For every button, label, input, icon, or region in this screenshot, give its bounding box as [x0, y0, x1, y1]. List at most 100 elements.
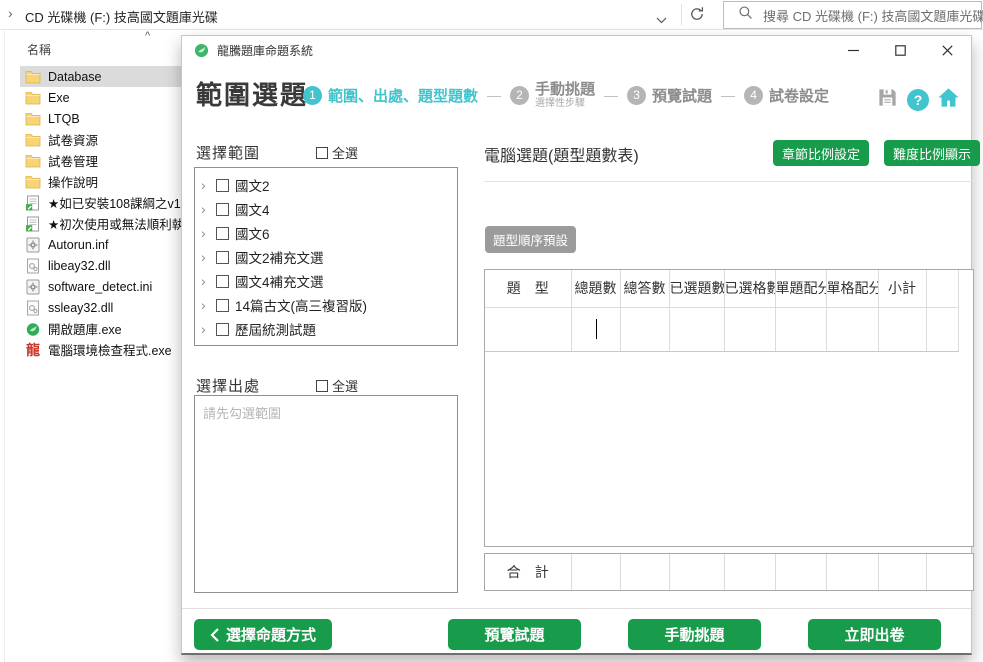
- close-button[interactable]: [924, 36, 971, 64]
- step-1-number: 1: [303, 86, 322, 105]
- expander-icon[interactable]: ›: [201, 226, 210, 240]
- table-cell[interactable]: [926, 307, 958, 351]
- maximize-button[interactable]: [877, 36, 924, 64]
- question-type-table-container: 題 型總題數總答數已選題數已選格數單題配分單格配分小計: [484, 269, 974, 547]
- table-cell[interactable]: [724, 307, 775, 351]
- back-button-label: 選擇命題方式: [226, 624, 316, 645]
- table-cell[interactable]: [485, 307, 571, 351]
- expander-icon[interactable]: ›: [201, 250, 210, 264]
- checkbox[interactable]: [316, 380, 328, 392]
- chapter-ratio-button[interactable]: 章節比例設定: [773, 140, 869, 166]
- step-4[interactable]: 4 試卷設定: [744, 85, 829, 106]
- text-cursor: [596, 319, 597, 339]
- table-cell[interactable]: [826, 307, 878, 351]
- footer-divider: [182, 608, 971, 609]
- range-title: 選擇範圍: [196, 142, 260, 163]
- step-indicator: 1 範圍、出處、題型題數 — 2 手動挑題 選擇性步驟 — 3 預覽試題 — 4…: [303, 81, 829, 110]
- tree-item[interactable]: ›國文4補充文選: [201, 269, 457, 293]
- checkbox[interactable]: [216, 227, 229, 240]
- total-cell: [826, 554, 878, 590]
- generate-paper-button[interactable]: 立即出卷: [808, 619, 941, 650]
- total-cell: [878, 554, 926, 590]
- save-icon[interactable]: [876, 86, 899, 114]
- source-listbox[interactable]: 請先勾選範圍: [194, 395, 458, 593]
- total-row-container: 合 計: [484, 553, 974, 591]
- tree-item[interactable]: ›國文2: [201, 173, 457, 197]
- tree-item[interactable]: ›14篇古文(高三複習版): [201, 293, 457, 317]
- explorer-toolbar: › CD 光碟機 (F:) 技高國文題庫光碟 搜尋 CD 光碟機 (F:) 技高…: [0, 0, 983, 30]
- checkbox[interactable]: [316, 147, 328, 159]
- difficulty-ratio-button[interactable]: 難度比例顯示: [884, 140, 980, 166]
- file-name: software_detect.ini: [48, 280, 152, 294]
- pane-divider[interactable]: [4, 31, 5, 662]
- file-name: 開啟題庫.exe: [48, 319, 122, 338]
- doc-edit-icon: [25, 216, 41, 232]
- folder-icon: [25, 174, 41, 190]
- tree-item[interactable]: ›歷屆統測試題: [201, 317, 457, 341]
- checkbox[interactable]: [216, 275, 229, 288]
- tree-item[interactable]: ›國文6: [201, 221, 457, 245]
- checkbox[interactable]: [216, 251, 229, 264]
- expander-icon[interactable]: ›: [201, 298, 210, 312]
- config-icon: [25, 279, 41, 295]
- file-name: 電腦環境檢查程式.exe: [48, 340, 172, 359]
- preview-questions-button[interactable]: 預覽試題: [448, 619, 581, 650]
- source-select-all[interactable]: 全選: [316, 376, 358, 395]
- dialog-titlebar[interactable]: 龍騰題庫命題系統: [182, 36, 971, 64]
- file-name: ssleay32.dll: [48, 301, 113, 315]
- table-cell[interactable]: [669, 307, 724, 351]
- column-header: 小計: [878, 270, 926, 307]
- tree-item[interactable]: ›國文4: [201, 197, 457, 221]
- file-name: Autorun.inf: [48, 238, 108, 252]
- breadcrumb[interactable]: CD 光碟機 (F:) 技高國文題庫光碟: [25, 7, 218, 26]
- computer-select-heading: 電腦選題(題型題數表): [484, 142, 639, 166]
- section-divider: [484, 181, 974, 182]
- total-cell: [724, 554, 775, 590]
- dll-icon: [25, 300, 41, 316]
- search-input[interactable]: 搜尋 CD 光碟機 (F:) 技高國文題庫光碟: [723, 1, 982, 29]
- manual-pick-button[interactable]: 手動挑題: [628, 619, 761, 650]
- checkbox[interactable]: [216, 203, 229, 216]
- source-section-header: 選擇出處 全選: [196, 375, 358, 396]
- table-cell[interactable]: [775, 307, 826, 351]
- file-name: Exe: [48, 91, 70, 105]
- expander-icon[interactable]: ›: [201, 274, 210, 288]
- expander-icon[interactable]: ›: [201, 322, 210, 336]
- checkbox[interactable]: [216, 323, 229, 336]
- minimize-button[interactable]: [830, 36, 877, 64]
- step-2[interactable]: 2 手動挑題 選擇性步驟: [510, 81, 595, 110]
- column-header: 總題數: [571, 270, 620, 307]
- table-cell[interactable]: [620, 307, 669, 351]
- tree-item[interactable]: › 國文2補充文選: [201, 245, 457, 269]
- search-icon: [738, 5, 753, 25]
- step-3[interactable]: 3 預覽試題: [627, 85, 712, 106]
- file-name: ★初次使用或無法順利執行: [48, 214, 197, 233]
- table-cell[interactable]: [878, 307, 926, 351]
- step-3-label: 預覽試題: [652, 85, 712, 106]
- file-name: LTQB: [48, 112, 80, 126]
- back-button[interactable]: 選擇命題方式: [194, 619, 332, 650]
- folder-icon: [25, 111, 41, 127]
- total-cell: [926, 554, 973, 590]
- folder-icon: [25, 153, 41, 169]
- checkbox[interactable]: [216, 299, 229, 312]
- range-select-all[interactable]: 全選: [316, 143, 358, 162]
- step-1[interactable]: 1 範圍、出處、題型題數: [303, 85, 478, 106]
- expander-icon[interactable]: ›: [201, 178, 210, 192]
- screen: › CD 光碟機 (F:) 技高國文題庫光碟 搜尋 CD 光碟機 (F:) 技高…: [0, 0, 983, 662]
- refresh-icon[interactable]: [689, 6, 707, 24]
- address-dropdown-icon[interactable]: [656, 11, 667, 29]
- expander-icon[interactable]: ›: [201, 202, 210, 216]
- question-order-button[interactable]: 題型順序預設: [485, 226, 576, 253]
- total-cell: [669, 554, 724, 590]
- step-2-label: 手動挑題: [535, 81, 595, 98]
- home-icon[interactable]: [937, 86, 960, 114]
- source-placeholder: 請先勾選範圍: [203, 406, 281, 421]
- tree-item-label: 國文2補充文選: [235, 247, 324, 267]
- name-column-header[interactable]: 名稱: [27, 41, 51, 58]
- breadcrumb-chevron-icon[interactable]: ›: [8, 5, 13, 21]
- checkbox[interactable]: [216, 179, 229, 192]
- question-type-table: 題 型總題數總答數已選題數已選格數單題配分單格配分小計: [485, 270, 959, 352]
- help-icon[interactable]: ?: [907, 89, 929, 111]
- table-cell[interactable]: [571, 307, 620, 351]
